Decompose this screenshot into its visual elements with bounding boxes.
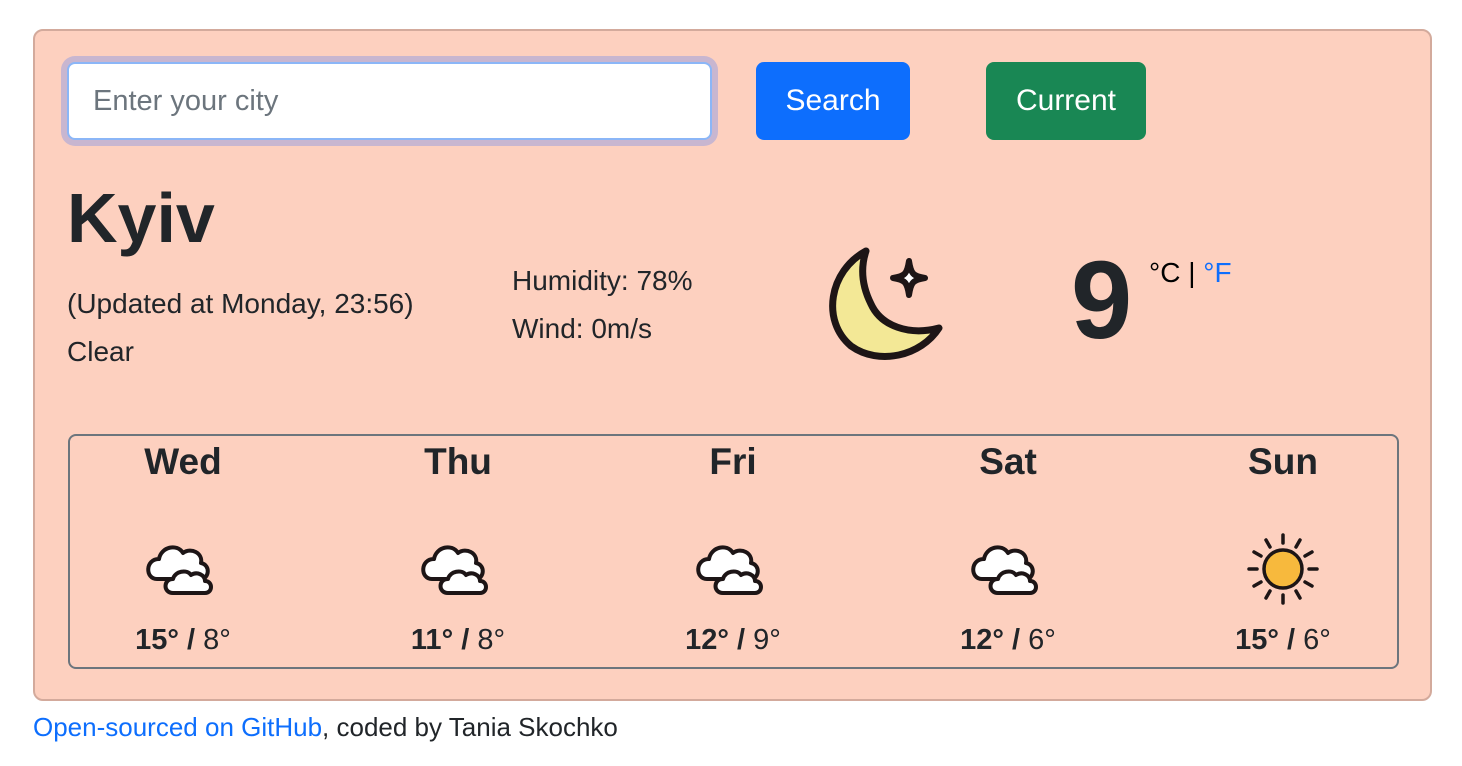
forecast-day: Sat 12° / 6° [908,436,1108,667]
wind-speed: Wind: 0m/s [512,313,653,344]
cloudy-icon [146,545,213,595]
forecast-min: 6° [1303,624,1331,656]
forecast-max: 12° [685,624,729,656]
updated-time: (Updated at Monday, 23:56) [67,288,414,319]
weather-app: Search Current Kyiv (Updated at Monday, … [33,29,1432,701]
forecast-day: Thu 11° / 8° [358,436,558,667]
forecast-min: 8° [203,624,231,656]
footer-credit: , coded by Tania Skochko [322,712,618,742]
cloudy-icon [971,545,1038,595]
forecast-max: 15° [135,624,179,656]
forecast-day: Fri 12° / 9° [633,436,833,667]
forecast-min: 8° [477,624,506,656]
unit-separator: | [1188,257,1196,288]
temp-separator: / [187,624,196,656]
temp-separator: / [461,624,470,656]
forecast-temps: 15° / 6° [1183,624,1383,657]
forecast-day-name: Sun [1248,441,1318,482]
city-name: Kyiv [67,179,215,257]
forecast-max: 12° [960,624,1004,656]
celsius-link[interactable]: °C [1149,257,1180,288]
temp-separator: / [737,624,746,656]
temp-separator: / [1287,624,1296,656]
cloudy-icon [421,545,488,595]
forecast-day: Sun 15° / 6° [1183,436,1383,667]
forecast-day-name: Sat [979,441,1037,482]
search-button[interactable]: Search [756,62,910,140]
sun-icon [1247,533,1319,605]
footer: Open-sourced on GitHub, coded by Tania S… [33,712,618,743]
search-form: Search Current [35,31,1430,151]
weather-description: Clear [67,336,134,367]
forecast-day-name: Fri [709,441,757,482]
forecast-max: 11° [410,624,454,656]
forecast-temps: 12° / 6° [908,624,1108,657]
fahrenheit-link[interactable]: °F [1203,257,1231,288]
unit-switcher: °C | °F [1149,257,1232,289]
forecast-day: Wed 15° / 8° [83,436,283,667]
forecast-max: 15° [1235,624,1279,656]
forecast-day-name: Thu [424,441,492,482]
forecast-min: 6° [1028,624,1056,656]
forecast-panel: Wed 15° / 8° Thu 11° / 8° Fri 12° / 9° S… [68,434,1399,669]
current-location-button[interactable]: Current [986,62,1146,140]
forecast-min: 9° [753,624,781,656]
forecast-day-name: Wed [144,441,222,482]
humidity: Humidity: 78% [512,265,693,296]
moon-stars-icon [829,247,943,360]
city-search-input[interactable] [67,62,712,140]
current-temperature: 9 [1071,239,1133,362]
forecast-temps: 12° / 9° [633,624,833,657]
temp-separator: / [1012,624,1021,656]
github-link[interactable]: Open-sourced on GitHub [33,712,322,742]
cloudy-icon [696,545,763,595]
forecast-temps: 15° / 8° [83,624,283,657]
forecast-temps: 11° / 8° [358,624,558,657]
